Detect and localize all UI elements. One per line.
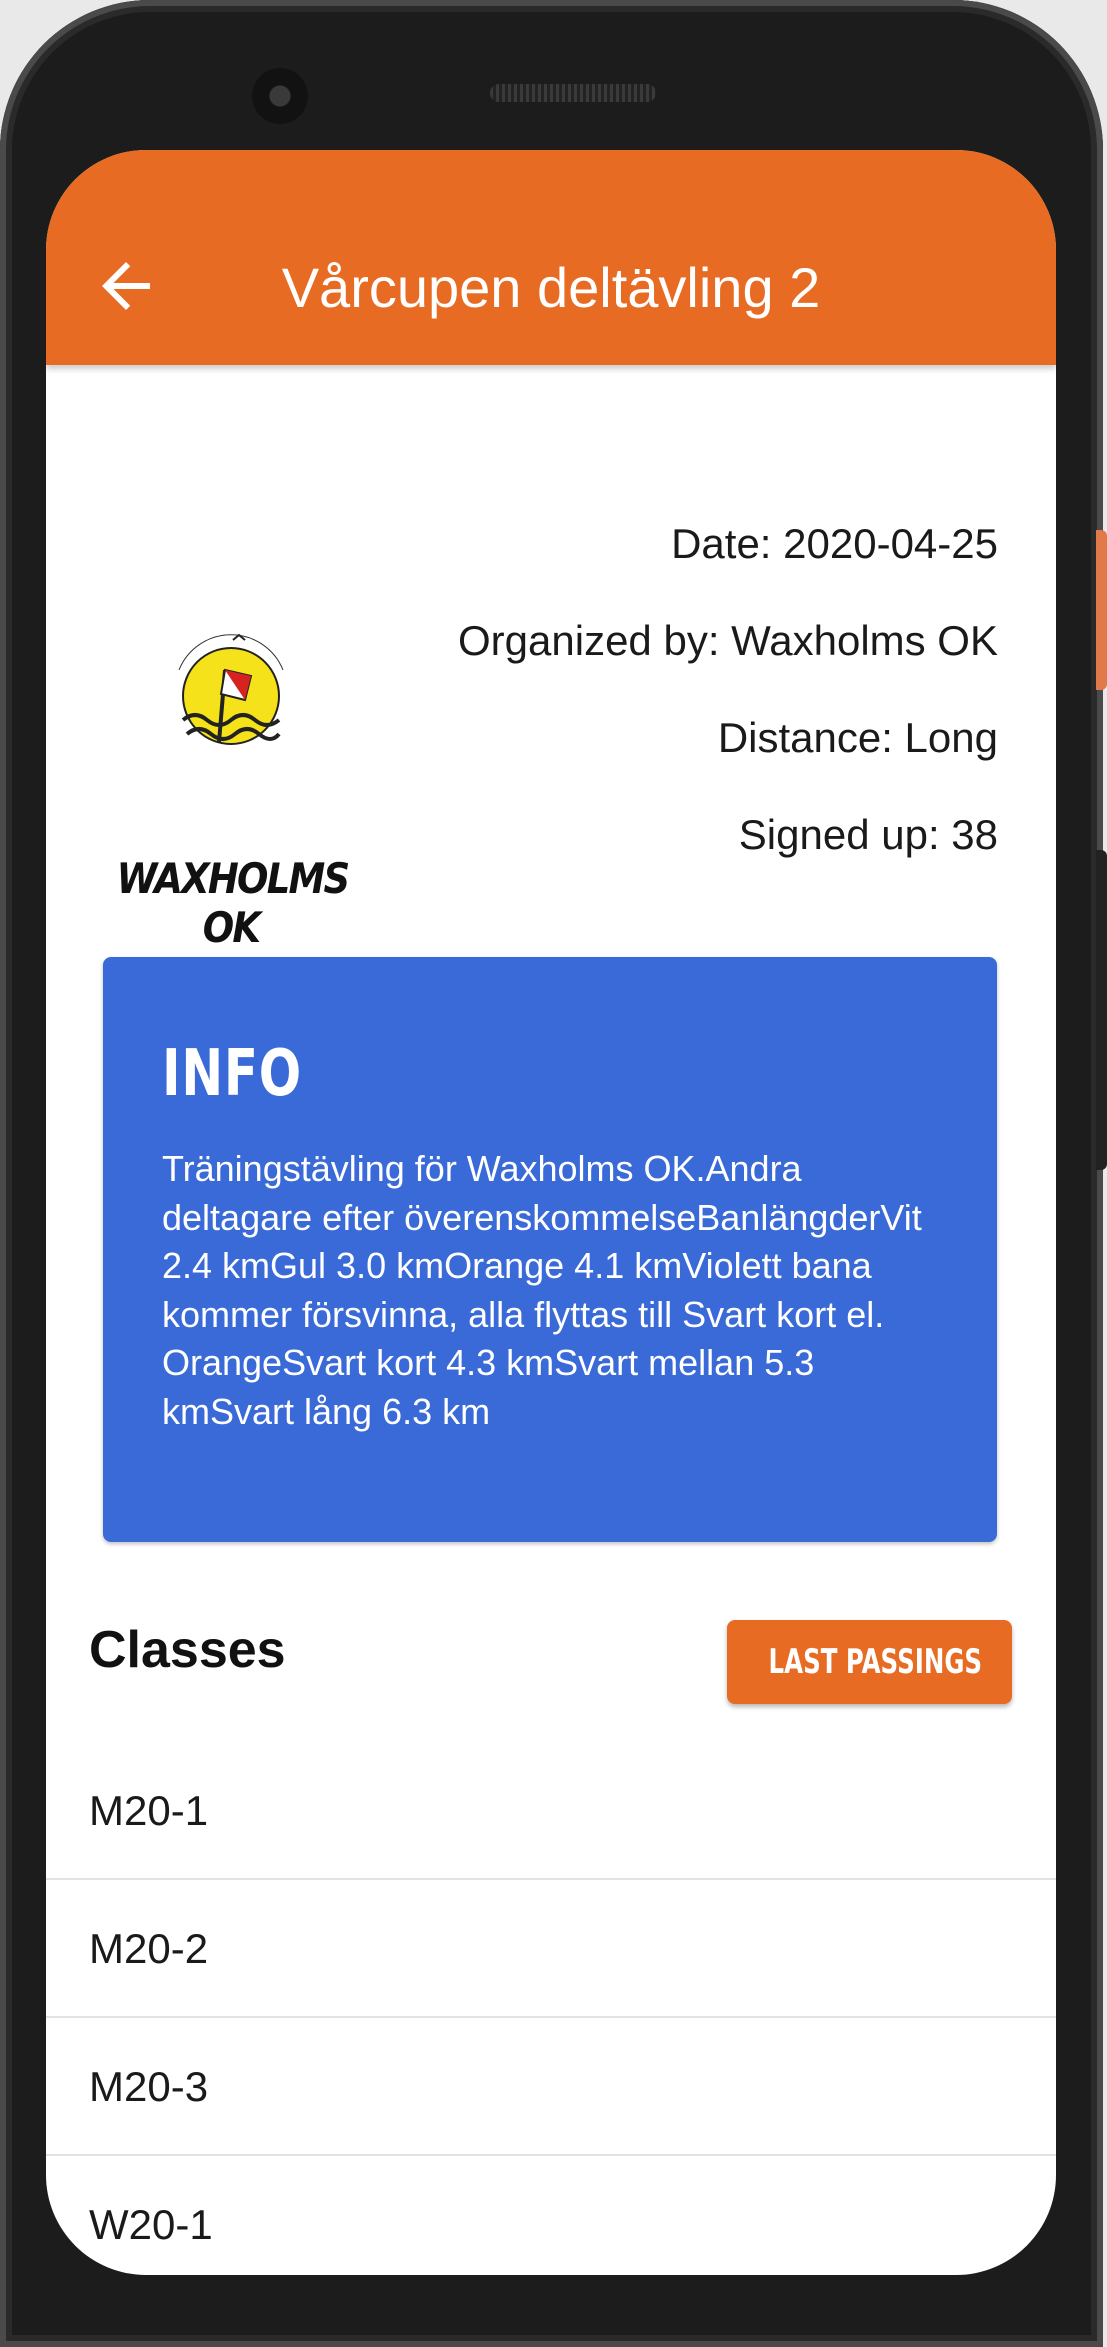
class-list-item[interactable]: M20-3 (46, 2018, 1056, 2156)
last-passings-button[interactable]: LAST PASSINGS (727, 1620, 1012, 1704)
last-passings-label: LAST PASSINGS (768, 1642, 983, 1682)
race-signed-up: Signed up: 38 (738, 811, 998, 858)
club-logo-text: WAXHOLMS OK (116, 854, 351, 952)
app-screen: Vårcupen deltävling 2 WAXHOLMS OK Date: … (46, 150, 1056, 2275)
club-logo: WAXHOLMS OK (101, 570, 361, 952)
volume-button (1096, 850, 1107, 1170)
earpiece-speaker (490, 84, 656, 102)
classes-heading: Classes (89, 1621, 286, 1679)
class-list-item[interactable]: M20-1 (46, 1742, 1056, 1880)
class-list: M20-1 M20-2 M20-3 W20-1 (46, 1742, 1056, 2275)
info-title: INFO (162, 1037, 303, 1111)
race-organizer: Organized by: Waxholms OK (458, 617, 998, 664)
race-details: Date: 2020-04-25 Organized by: Waxholms … (458, 495, 998, 883)
info-card: INFO Träningstävling för Waxholms OK.And… (103, 957, 997, 1542)
race-date: Date: 2020-04-25 (671, 520, 998, 567)
club-emblem-icon (178, 633, 284, 745)
phone-frame: Vårcupen deltävling 2 WAXHOLMS OK Date: … (0, 0, 1103, 2347)
page-title: Vårcupen deltävling 2 (281, 256, 821, 319)
front-camera (252, 68, 308, 124)
class-list-item[interactable]: M20-2 (46, 1880, 1056, 2018)
class-list-item[interactable]: W20-1 (46, 2156, 1056, 2275)
info-text: Träningstävling för Waxholms OK.Andra de… (162, 1148, 922, 1432)
race-distance: Distance: Long (717, 714, 998, 761)
power-button (1096, 530, 1107, 690)
arrow-back-icon (102, 262, 150, 310)
back-button[interactable] (90, 250, 162, 322)
app-bar: Vårcupen deltävling 2 (46, 150, 1056, 365)
